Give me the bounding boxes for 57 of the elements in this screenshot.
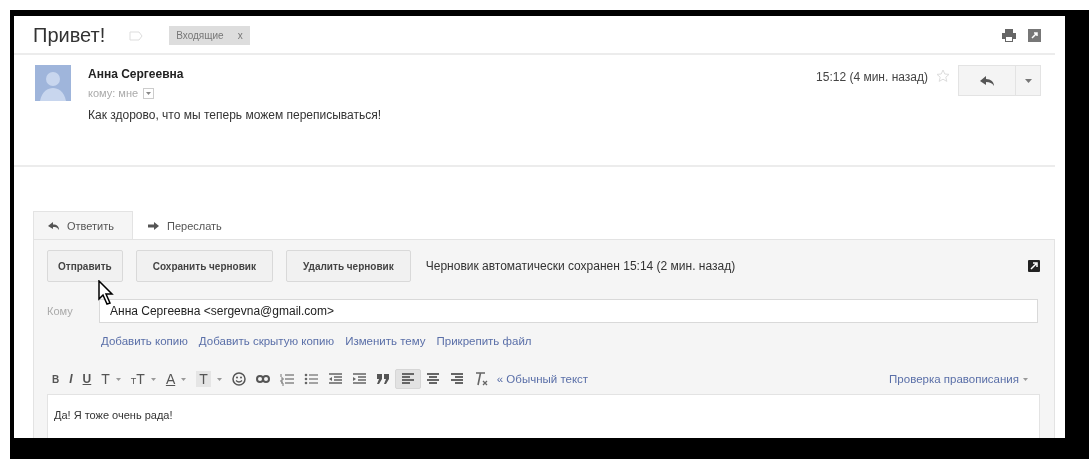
compose-tab[interactable]: Ответить xyxy=(33,211,134,239)
align-left-button[interactable] xyxy=(394,369,421,389)
new-window-icon[interactable] xyxy=(1028,29,1041,42)
delete-draft-button[interactable]: Удалить черновик xyxy=(286,250,411,282)
bulleted-list-icon xyxy=(303,372,318,386)
message-editor[interactable]: Да! Я тоже очень рада! xyxy=(47,394,1040,438)
send-button[interactable]: Отправить xyxy=(47,250,123,282)
italic-button[interactable]: I xyxy=(64,369,78,389)
compose-tab[interactable]: Переслать xyxy=(133,211,241,239)
recipient-text: кому: мне xyxy=(88,87,139,99)
underline-button[interactable]: U xyxy=(77,369,97,389)
caret-icon xyxy=(181,377,187,381)
link-icon xyxy=(255,372,270,386)
message-body: Как здорово, что мы теперь можем переписываться! xyxy=(88,108,383,122)
forward-arrow-icon xyxy=(148,221,160,230)
star-icon[interactable] xyxy=(936,69,950,83)
align-left-icon xyxy=(400,372,415,386)
caret-icon xyxy=(115,377,121,381)
clear-formatting-icon xyxy=(473,372,488,386)
reply-arrow-icon xyxy=(48,221,59,230)
text-color-button[interactable]: A xyxy=(160,369,192,389)
spellcheck-dropdown[interactable]: Проверка правописания xyxy=(889,373,1028,385)
save-draft-button[interactable]: Сохранить черновик xyxy=(135,250,273,282)
indent-more-icon xyxy=(351,372,366,386)
size-button[interactable]: TT xyxy=(125,369,161,389)
draft-status: Черновик автоматически сохранен 15:14 (2 мин. назад) xyxy=(425,259,737,273)
caret-icon xyxy=(1024,78,1032,83)
bold-button[interactable]: B xyxy=(47,369,65,389)
compose-link[interactable]: Добавить скрытую копию xyxy=(198,335,335,347)
message-time: 15:12 (4 мин. назад) xyxy=(816,70,928,84)
mouse-cursor-icon xyxy=(98,280,114,306)
avatar-silhouette-icon xyxy=(35,65,71,101)
compose-link[interactable]: Добавить копию xyxy=(101,335,188,347)
caret-icon xyxy=(1023,377,1028,381)
compose-link[interactable]: Изменить тему xyxy=(345,335,426,347)
numbered-list-icon xyxy=(279,372,294,386)
pop-out-icon[interactable] xyxy=(1028,260,1040,272)
align-center-icon xyxy=(425,372,440,386)
indent-less-icon xyxy=(327,372,342,386)
quote-icon xyxy=(375,372,390,386)
sender-name: Анна Сергеевна xyxy=(88,67,185,81)
print-icon[interactable] xyxy=(1002,29,1016,42)
align-right-icon xyxy=(449,372,464,386)
reply-arrow-icon xyxy=(980,75,994,86)
label-tag-icon xyxy=(129,30,144,41)
recipient-field[interactable]: Анна Сергеевна <sergevna@gmail.com> xyxy=(99,299,1038,323)
highlight-button[interactable]: T xyxy=(191,369,227,389)
emoji-icon xyxy=(231,372,246,386)
caret-icon xyxy=(216,377,222,381)
to-label: Кому xyxy=(47,305,74,317)
font-button[interactable]: T xyxy=(96,369,126,389)
compose-link[interactable]: Прикрепить файл xyxy=(436,335,532,347)
caret-icon xyxy=(150,377,156,381)
details-dropdown-icon[interactable] xyxy=(143,87,155,99)
inbox-label[interactable]: Входящие x xyxy=(169,26,250,45)
subject-title: Привет! xyxy=(33,24,106,47)
plain-text-link[interactable]: « Обычный текст xyxy=(496,373,589,385)
